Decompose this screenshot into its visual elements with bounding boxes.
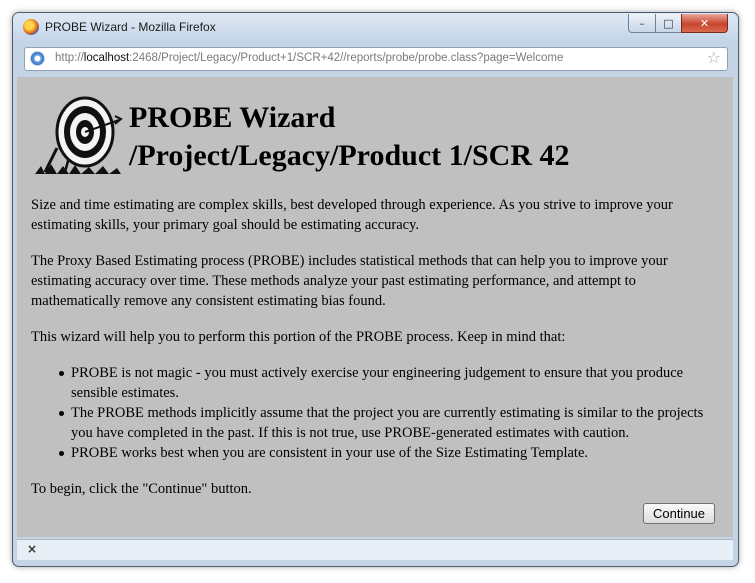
page-content: PROBE Wizard /Project/Legacy/Product 1/S… bbox=[17, 77, 733, 537]
maximize-button[interactable]: □ bbox=[655, 14, 682, 33]
list-item: The PROBE methods implicitly assume that… bbox=[31, 403, 721, 443]
window-title: PROBE Wizard - Mozilla Firefox bbox=[45, 20, 216, 34]
page-title: PROBE Wizard /Project/Legacy/Product 1/S… bbox=[129, 99, 569, 175]
bookmark-star-icon[interactable]: ☆ bbox=[707, 48, 721, 67]
url-text[interactable]: http://localhost:2468/Project/Legacy/Pro… bbox=[55, 52, 563, 64]
status-bar: × bbox=[17, 539, 733, 560]
page-icon bbox=[30, 51, 45, 66]
address-bar[interactable]: http://localhost:2468/Project/Legacy/Pro… bbox=[24, 47, 728, 71]
url-host: localhost bbox=[83, 52, 130, 64]
target-icon bbox=[35, 96, 123, 174]
page-title-line2: /Project/Legacy/Product 1/SCR 42 bbox=[129, 139, 570, 172]
list-item: PROBE works best when you are consistent… bbox=[31, 443, 721, 463]
url-prefix: http:// bbox=[55, 52, 84, 64]
intro-paragraph: Size and time estimating are complex ski… bbox=[31, 197, 673, 233]
probe-description-paragraph: The Proxy Based Estimating process (PROB… bbox=[31, 253, 668, 309]
close-button[interactable]: ✕ bbox=[681, 14, 728, 33]
wizard-purpose-paragraph: This wizard will help you to perform thi… bbox=[31, 329, 566, 345]
firefox-icon bbox=[23, 19, 39, 35]
page-title-line1: PROBE Wizard bbox=[129, 101, 336, 134]
list-item: PROBE is not magic - you must actively e… bbox=[31, 363, 721, 403]
minimize-button[interactable]: – bbox=[628, 14, 656, 33]
close-icon[interactable]: × bbox=[27, 542, 37, 556]
begin-instruction: To begin, click the "Continue" button. bbox=[31, 481, 252, 497]
browser-window: PROBE Wizard - Mozilla Firefox – □ ✕ htt… bbox=[12, 12, 739, 567]
title-bar[interactable]: PROBE Wizard - Mozilla Firefox – □ ✕ bbox=[13, 13, 738, 41]
url-path: :2468/Project/Legacy/Product+1/SCR+42//r… bbox=[129, 52, 564, 64]
continue-button[interactable]: Continue bbox=[643, 503, 715, 524]
tips-list: PROBE is not magic - you must actively e… bbox=[31, 363, 721, 463]
